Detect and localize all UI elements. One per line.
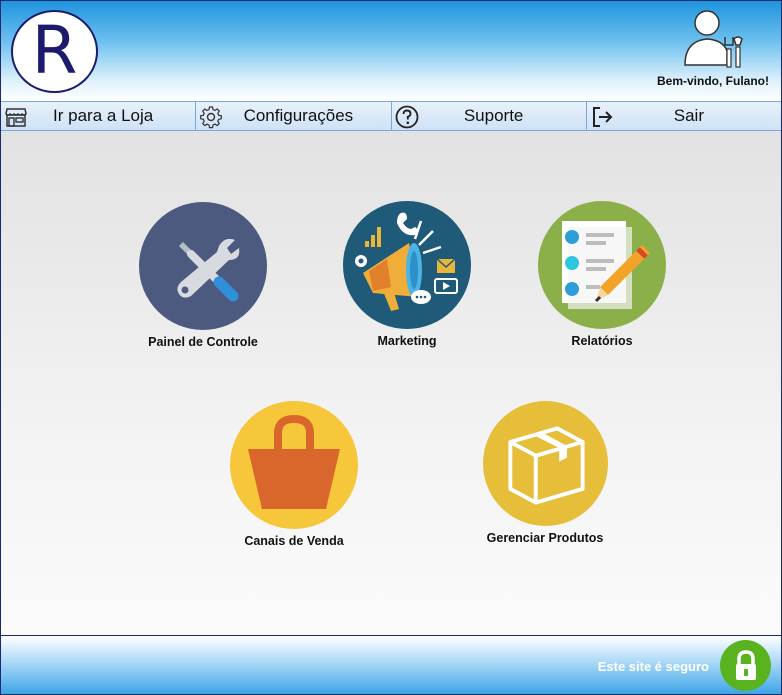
tile-control-panel[interactable]: Painel de Controle: [119, 202, 287, 349]
tile-label: Gerenciar Produtos: [486, 531, 604, 545]
megaphone-icon: [343, 201, 471, 329]
tile-label: Canais de Venda: [244, 534, 344, 548]
logo-letter: R: [31, 11, 78, 89]
tile-label: Marketing: [377, 334, 437, 348]
box-icon: [482, 401, 608, 526]
tile-reports[interactable]: Relatórios: [519, 201, 685, 348]
tile-sales-channels[interactable]: Canais de Venda: [215, 401, 373, 548]
store-icon: [5, 108, 27, 127]
tools-icon: [139, 202, 267, 330]
admin-user-icon[interactable]: [683, 9, 745, 69]
tile-marketing[interactable]: Marketing: [326, 201, 488, 348]
nav-item-store[interactable]: Ir para a Loja: [1, 102, 197, 130]
nav-label-support: Suporte: [463, 106, 524, 125]
app-frame: R Bem-vindo, Fulano! Ir para a Loja Conf…: [0, 0, 782, 695]
logout-icon: [592, 107, 613, 127]
nav-label-settings: Configurações: [243, 106, 354, 125]
nav-item-settings[interactable]: Configurações: [196, 102, 392, 130]
tile-label: Relatórios: [571, 334, 633, 348]
header: R Bem-vindo, Fulano!: [1, 1, 781, 101]
nav-label-logout: Sair: [673, 106, 704, 125]
lock-icon[interactable]: [720, 640, 771, 691]
nav-label-store: Ir para a Loja: [53, 106, 154, 125]
shopping-bag-icon: [230, 401, 358, 529]
tile-manage-products[interactable]: Gerenciar Produtos: [469, 401, 621, 545]
secure-site-text: Este site é seguro: [597, 659, 709, 674]
nav-item-support[interactable]: Suporte: [391, 102, 587, 130]
report-icon: [538, 201, 666, 329]
footer: Este site é seguro: [1, 635, 781, 694]
tile-label: Painel de Controle: [148, 335, 258, 349]
welcome-text: Bem-vindo, Fulano!: [657, 74, 769, 88]
nav-item-logout[interactable]: Sair: [586, 102, 781, 130]
gear-icon: [200, 106, 223, 129]
help-icon: [395, 105, 418, 129]
top-nav: Ir para a Loja Configurações Suporte Sai…: [1, 101, 781, 131]
main-dashboard: Painel de Controle Marketing Relatórios …: [1, 131, 781, 635]
logo[interactable]: R: [11, 10, 98, 93]
